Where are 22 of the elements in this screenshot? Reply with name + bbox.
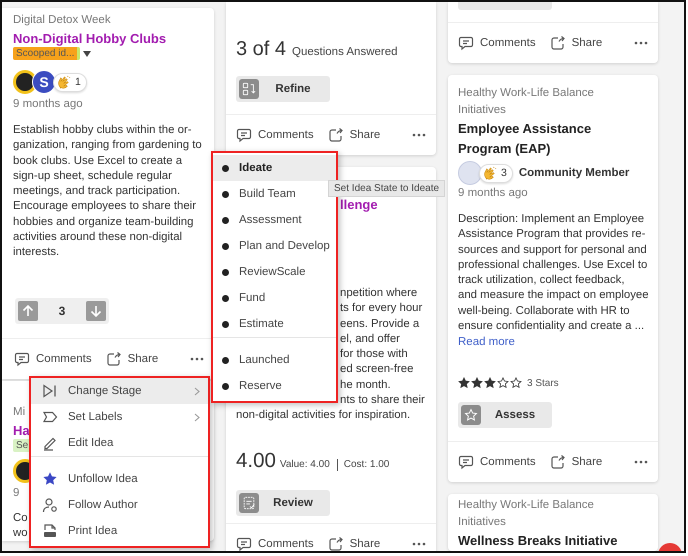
category-label: Healthy Work-Life Balance Initiatives bbox=[458, 86, 595, 118]
timestamp: 9 months ago bbox=[458, 186, 528, 201]
idea-description: Co wo bbox=[13, 510, 28, 541]
category-label: Healthy Work-Life Balance Initiatives bbox=[458, 498, 595, 530]
rating-label: 3 Stars bbox=[527, 378, 559, 389]
idea-description: Description: Implement an Employee Assistance Program that provides re- sources and support for personal and professional challenges. Use Excel to track utilization, collect feedback, and measure the impact on employee well-being. Collaborate with HR to ensure confidentiality and create a ... bbox=[458, 212, 649, 334]
idea-label: Scooped id... bbox=[13, 47, 80, 60]
tooltip: Set Idea State to Ideate bbox=[328, 180, 446, 197]
value-label: Value: 4.00 bbox=[280, 458, 330, 472]
score-value: 4.00 bbox=[236, 448, 276, 473]
vote-count: 3 bbox=[58, 304, 66, 318]
idea-description: npetition where ts for every hour eens. Provide a el, and offer for those with ed screen-free he month. nts to share their bbox=[340, 286, 425, 408]
answered-count: 3 of 4 bbox=[236, 38, 286, 60]
idea-description: non-digital activities for inspiration. bbox=[236, 408, 410, 424]
category-label: Mi bbox=[13, 404, 26, 420]
answered-label: Questions Answered bbox=[292, 45, 398, 60]
timestamp: 9 months ago bbox=[13, 97, 83, 112]
timestamp: 9 bbox=[13, 486, 20, 501]
category-label: Digital Detox Week bbox=[13, 13, 111, 28]
avatar: S bbox=[32, 70, 56, 94]
cost-label: Cost: 1.00 bbox=[336, 458, 390, 471]
idea-description: Establish hobby clubs within the or- ganization, ranging from gardening to book clubs. Use Excel to create a sign-up sheet, schedule regular meetings, and track participation. Encourage employees to share their hobbies and organize team-building activities around these non-digital interests. bbox=[13, 123, 202, 260]
